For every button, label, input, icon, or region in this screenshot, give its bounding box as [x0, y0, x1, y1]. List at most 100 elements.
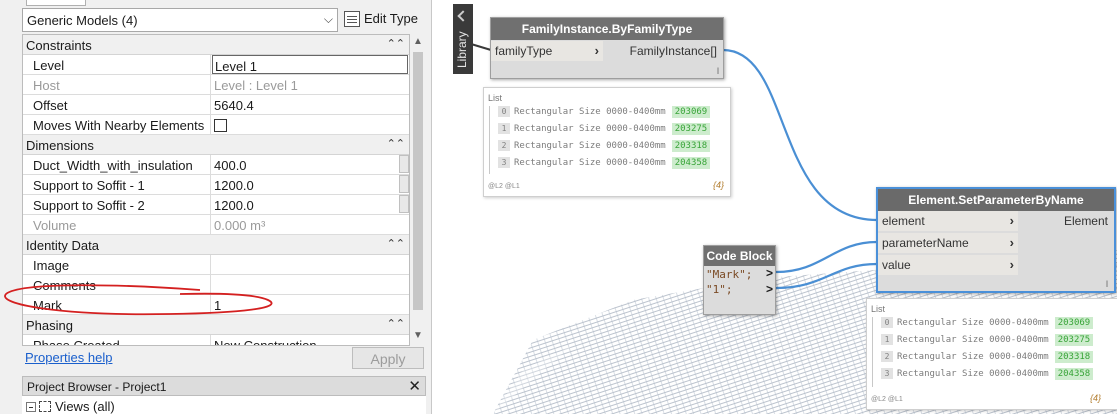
preview-item: 3 Rectangular Size 0000-0400mm 204358	[498, 157, 711, 171]
output-port-arrow-icon[interactable]: >	[766, 266, 773, 280]
node-title[interactable]: FamilyInstance.ByFamilyType	[491, 18, 723, 40]
views-icon	[39, 401, 51, 412]
parameter-button[interactable]	[399, 155, 409, 173]
port-arrow-icon: ›	[1009, 257, 1014, 272]
input-port-value[interactable]: value ›	[878, 255, 1018, 275]
section-label: Identity Data	[26, 238, 99, 253]
collapse-icon[interactable]: ⌃⌃	[387, 137, 405, 150]
preview-list-header: List	[488, 93, 503, 103]
property-row-offset[interactable]: Offset 5640.4	[23, 95, 409, 115]
property-row-image[interactable]: Image	[23, 255, 409, 275]
port-label: value	[882, 258, 911, 272]
node-familyinstance-byfamilytype[interactable]: FamilyInstance.ByFamilyType familyType ›…	[490, 17, 724, 79]
property-key: Duct_Width_with_insulation	[23, 155, 211, 174]
preview-level-footer: @L2 @L1	[488, 183, 520, 190]
duct-width-field[interactable]: 400.0	[212, 155, 408, 174]
parameter-button[interactable]	[399, 175, 409, 193]
phase-created-field[interactable]: New Construction	[212, 335, 408, 345]
input-port-element[interactable]: element ›	[878, 211, 1018, 231]
wire-familyinstance-to-element	[722, 48, 878, 222]
wire-mark-to-parametername	[775, 240, 878, 274]
node-code-block[interactable]: Code Block "Mark"; "1"; > >	[703, 245, 776, 315]
library-panel-toggle[interactable]: Library	[453, 4, 473, 74]
panel-tab[interactable]	[26, 0, 86, 6]
project-browser: Project Browser - Project1 ✕ Views (all)	[22, 376, 426, 414]
collapse-icon[interactable]: ⌃⌃	[387, 237, 405, 250]
properties-scrollbar[interactable]: ▲ ▼	[411, 34, 425, 346]
lacing-indicator[interactable]: l	[717, 66, 719, 76]
edit-type-icon	[344, 11, 360, 27]
moves-checkbox[interactable]	[214, 119, 227, 132]
property-key: Moves With Nearby Elements	[23, 115, 211, 134]
property-key: Image	[23, 255, 211, 274]
scroll-up-icon[interactable]: ▲	[413, 36, 423, 47]
property-key: Host	[23, 75, 211, 94]
section-identity-data[interactable]: Identity Data ⌃⌃	[23, 235, 409, 255]
port-arrow-icon: ›	[1009, 213, 1014, 228]
type-selector-value: Generic Models (4)	[27, 13, 138, 28]
library-label: Library	[455, 31, 469, 68]
offset-field[interactable]: 5640.4	[212, 95, 408, 114]
node-title[interactable]: Code Block	[704, 246, 775, 266]
lacing-indicator[interactable]: l	[1106, 279, 1108, 289]
port-label: element	[882, 214, 925, 228]
property-row-phase-created[interactable]: Phase Created New Construction	[23, 335, 409, 345]
preview-bubble-familyinstance[interactable]: List 0 Rectangular Size 0000-0400mm 203069…	[483, 87, 731, 197]
soffit-1-field[interactable]: 1200.0	[212, 175, 408, 194]
property-row-moves[interactable]: Moves With Nearby Elements	[23, 115, 409, 135]
section-constraints[interactable]: Constraints ⌃⌃	[23, 35, 409, 55]
input-port-parametername[interactable]: parameterName ›	[878, 233, 1018, 253]
scrollbar-thumb[interactable]	[413, 52, 423, 310]
output-port-arrow-icon[interactable]: >	[766, 282, 773, 296]
property-value: Level : Level 1	[214, 78, 298, 93]
port-label: parameterName	[882, 236, 969, 250]
preview-bubble-setparameter[interactable]: List 0 Rectangular Size 0000-0400mm 203069…	[866, 298, 1117, 410]
node-element-setparameterbyname[interactable]: Element.SetParameterByName element › par…	[876, 187, 1116, 293]
type-selector-dropdown[interactable]: Generic Models (4) ⌵	[22, 8, 338, 32]
property-key: Support to Soffit - 2	[23, 195, 211, 214]
property-row-soffit-1[interactable]: Support to Soffit - 1 1200.0	[23, 175, 409, 195]
property-key: Volume	[23, 215, 211, 234]
scroll-down-icon[interactable]: ▼	[413, 330, 423, 341]
output-port-familyinstance[interactable]: FamilyInstance[]	[624, 41, 723, 61]
port-arrow-icon: ›	[1009, 235, 1014, 250]
library-collapse-icon[interactable]	[457, 10, 469, 22]
property-row-soffit-2[interactable]: Support to Soffit - 2 1200.0	[23, 195, 409, 215]
image-field[interactable]	[212, 255, 408, 274]
preview-item: 2 Rectangular Size 0000-0400mm 203318	[881, 351, 1094, 365]
section-dimensions[interactable]: Dimensions ⌃⌃	[23, 135, 409, 155]
preview-count: {4}	[1089, 393, 1101, 403]
port-arrow-icon: ›	[594, 43, 599, 58]
dynamo-canvas[interactable]: Library FamilyInstance.ByFamilyType fami…	[433, 0, 1117, 414]
property-row-volume: Volume 0.000 m³	[23, 215, 409, 235]
code-line[interactable]: "Mark";	[706, 268, 752, 281]
apply-button[interactable]: Apply	[352, 347, 424, 369]
property-key: Support to Soffit - 1	[23, 175, 211, 194]
close-icon[interactable]: ✕	[408, 377, 421, 395]
property-key: Phase Created	[23, 335, 211, 345]
preview-item: 0 Rectangular Size 0000-0400mm 203069	[498, 106, 711, 120]
soffit-2-field[interactable]: 1200.0	[212, 195, 408, 214]
annotation-circle	[4, 284, 273, 316]
property-row-duct-width[interactable]: Duct_Width_with_insulation 400.0	[23, 155, 409, 175]
property-key: Level	[23, 55, 211, 74]
wire-familytype-input	[470, 43, 492, 51]
node-title[interactable]: Element.SetParameterByName	[878, 189, 1114, 211]
edit-type-button[interactable]: Edit Type	[342, 8, 426, 32]
collapse-icon[interactable]: ⌃⌃	[387, 317, 405, 330]
input-port-familytype[interactable]: familyType ›	[491, 41, 603, 61]
level-field[interactable]: Level 1	[212, 55, 408, 74]
tree-item-views[interactable]: Views (all)	[55, 399, 115, 414]
collapse-tree-icon[interactable]	[26, 402, 36, 412]
parameter-button[interactable]	[399, 195, 409, 213]
preview-item: 3 Rectangular Size 0000-0400mm 204358	[881, 368, 1094, 382]
preview-item: 1 Rectangular Size 0000-0400mm 203275	[498, 123, 711, 137]
code-line[interactable]: "1";	[706, 283, 733, 296]
section-label: Dimensions	[26, 138, 94, 153]
property-row-level[interactable]: Level Level 1	[23, 55, 409, 75]
property-value: 0.000 m³	[214, 218, 266, 233]
properties-help-link[interactable]: Properties help	[25, 350, 112, 365]
output-port-element[interactable]: Element	[1058, 211, 1114, 231]
property-key: Offset	[23, 95, 211, 114]
collapse-icon[interactable]: ⌃⌃	[387, 37, 405, 50]
